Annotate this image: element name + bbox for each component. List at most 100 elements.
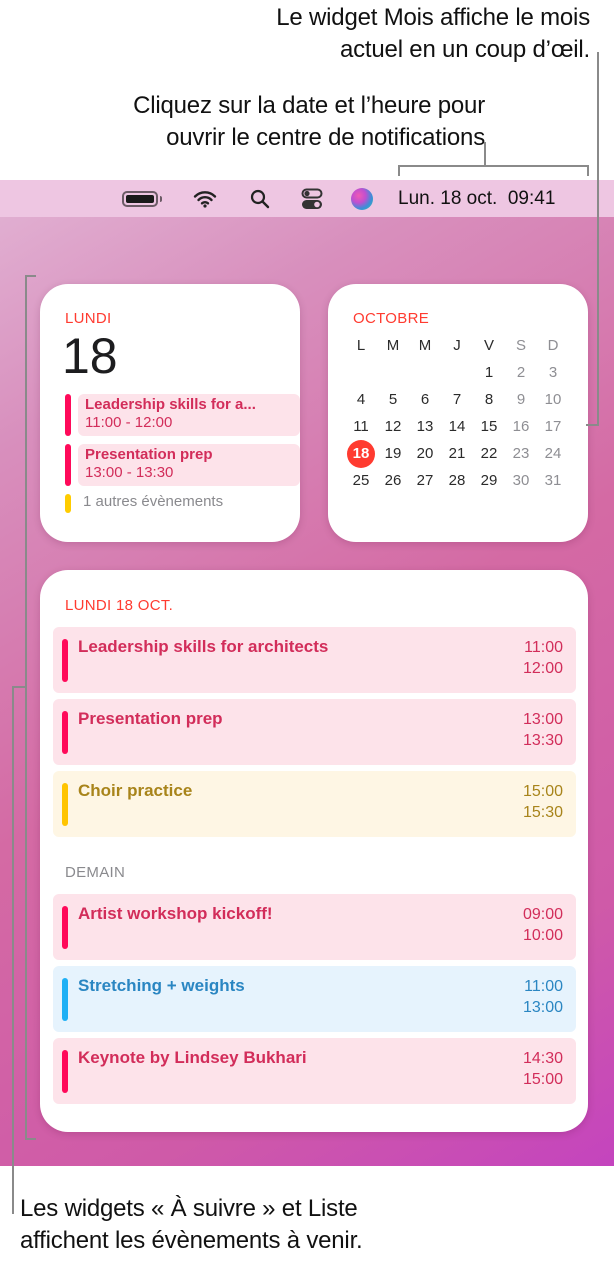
- calendar-day-number: 25: [352, 472, 370, 489]
- weekday-header-row: LMMJVSD: [345, 332, 575, 359]
- calendar-day[interactable]: 7: [441, 386, 473, 413]
- calendar-day-number: 15: [480, 418, 498, 435]
- callout-line-date: [484, 142, 486, 167]
- calendar-day[interactable]: 30: [505, 467, 537, 494]
- calendar-day[interactable]: 9: [505, 386, 537, 413]
- callout-line: Le widget Mois affiche le mois: [276, 4, 590, 31]
- calendar-day-number: 8: [484, 391, 494, 408]
- callout-line-widgets-bracket: [25, 275, 27, 1140]
- calendar-day: [377, 359, 409, 386]
- event-title: Choir practice: [78, 781, 193, 800]
- callout-line-date-bracket: [398, 165, 589, 167]
- calendar-day-number: 31: [544, 472, 562, 489]
- event-start-time: 15:00: [522, 783, 563, 800]
- menu-bar: Lun. 18 oct. 09:41: [0, 180, 614, 217]
- list-event[interactable]: Leadership skills for architects 11:00 12:…: [53, 627, 576, 693]
- list-event[interactable]: Choir practice 15:00 15:30: [53, 771, 576, 837]
- control-center-icon[interactable]: [295, 180, 329, 217]
- calendar-day[interactable]: 13: [409, 413, 441, 440]
- calendar-day[interactable]: 19: [377, 440, 409, 467]
- event-end-time: 13:00: [522, 999, 563, 1016]
- event-title: Leadership skills for a...: [85, 396, 256, 413]
- callout-line: Cliquez sur la date et l’heure pour: [133, 92, 485, 119]
- event-end-time: 12:00: [522, 660, 563, 677]
- callout-line: ouvrir le centre de notifications: [166, 124, 485, 151]
- calendar-week-row: 18 19 20 21 22 23 24: [345, 440, 575, 468]
- weekday-label: M: [386, 337, 400, 354]
- calendar-day-number: 18: [347, 440, 375, 468]
- month-name: OCTOBRE: [353, 310, 430, 327]
- calendar-day[interactable]: 26: [377, 467, 409, 494]
- calendar-day[interactable]: 15: [473, 413, 505, 440]
- list-event[interactable]: Stretching + weights 11:00 13:00: [53, 966, 576, 1032]
- calendar-day[interactable]: 25: [345, 467, 377, 494]
- calendar-color-bar: [62, 906, 68, 949]
- list-event[interactable]: Keynote by Lindsey Bukhari 14:30 15:00: [53, 1038, 576, 1104]
- event-end-time: 15:00: [522, 1071, 563, 1088]
- callout-line: affichent les évènements à venir.: [20, 1227, 363, 1254]
- calendar-day[interactable]: 21: [441, 440, 473, 467]
- calendar-day[interactable]: 16: [505, 413, 537, 440]
- callout-widgets: Les widgets « À suivre » et Liste affich…: [20, 1193, 580, 1257]
- wifi-icon[interactable]: [188, 180, 222, 217]
- calendar-day[interactable]: 2: [505, 359, 537, 386]
- event-title: Presentation prep: [85, 446, 213, 463]
- calendar-day[interactable]: 17: [537, 413, 569, 440]
- calendar-day[interactable]: 11: [345, 413, 377, 440]
- calendar-day[interactable]: 20: [409, 440, 441, 467]
- calendar-day: [409, 359, 441, 386]
- calendar-day-number: 5: [388, 391, 398, 408]
- calendar-day-number: 19: [384, 445, 402, 462]
- callout-line: Les widgets « À suivre » et Liste: [20, 1195, 358, 1222]
- calendar-day[interactable]: 3: [537, 359, 569, 386]
- calendar-day[interactable]: 10: [537, 386, 569, 413]
- event-time: 13:00 - 13:30: [85, 464, 174, 481]
- calendar-color-bar: [62, 711, 68, 754]
- up-next-widget[interactable]: LUNDI 18 Leadership skills for a... 11:0…: [40, 284, 300, 542]
- calendar-day[interactable]: 24: [537, 440, 569, 467]
- calendar-day[interactable]: 8: [473, 386, 505, 413]
- calendar-day[interactable]: 27: [409, 467, 441, 494]
- calendar-day[interactable]: 4: [345, 386, 377, 413]
- calendar-day-number: 3: [548, 364, 558, 381]
- event-title: Leadership skills for architects: [78, 637, 329, 656]
- list-event[interactable]: Artist workshop kickoff! 09:00 10:00: [53, 894, 576, 960]
- event-end-time: 10:00: [522, 927, 563, 944]
- callout-line-widgets: [12, 686, 14, 1214]
- month-widget[interactable]: OCTOBRE L M M J V S D 1 2 3 4 5 6 7 8 9 10 11 12 13 14 15 16 17…: [328, 284, 588, 542]
- calendar-day[interactable]: 23: [505, 440, 537, 467]
- calendar-day-number: 27: [416, 472, 434, 489]
- list-widget[interactable]: LUNDI 18 OCT. Leadership skills for arch…: [40, 570, 588, 1132]
- calendar-day[interactable]: 1: [473, 359, 505, 386]
- calendar-day-number: 6: [420, 391, 430, 408]
- calendar-day[interactable]: 14: [441, 413, 473, 440]
- day-name: LUNDI: [65, 310, 112, 327]
- menu-bar-clock[interactable]: Lun. 18 oct. 09:41: [398, 180, 555, 217]
- calendar-day-number: 28: [448, 472, 466, 489]
- event-end-time: 15:30: [522, 804, 563, 821]
- calendar-day[interactable]: 31: [537, 467, 569, 494]
- calendar-day[interactable]: 5: [377, 386, 409, 413]
- calendar-color-bar: [65, 494, 71, 513]
- battery-icon[interactable]: [120, 180, 164, 217]
- calendar-day[interactable]: 28: [441, 467, 473, 494]
- calendar-week-row: 25 26 27 28 29 30 31: [345, 467, 575, 494]
- calendar-day-number: 7: [452, 391, 462, 408]
- spotlight-search-icon[interactable]: [243, 180, 277, 217]
- calendar-day[interactable]: 22: [473, 440, 505, 467]
- siri-icon[interactable]: [345, 180, 379, 217]
- list-event[interactable]: Presentation prep 13:00 13:30: [53, 699, 576, 765]
- calendar-day-number: 24: [544, 445, 562, 462]
- calendar-day-number: 9: [516, 391, 526, 408]
- calendar-day-number: 16: [512, 418, 530, 435]
- calendar-day[interactable]: 12: [377, 413, 409, 440]
- calendar-day[interactable]: 29: [473, 467, 505, 494]
- callout-line-month-tick: [586, 424, 599, 426]
- calendar-day[interactable]: 6: [409, 386, 441, 413]
- weekday-label: J: [453, 337, 461, 354]
- calendar-color-bar: [62, 1050, 68, 1093]
- calendar-week-row: 11 12 13 14 15 16 17: [345, 413, 575, 440]
- calendar-day-today[interactable]: 18: [345, 440, 377, 468]
- calendar-day-number: 12: [384, 418, 402, 435]
- callout-line: actuel en un coup d’œil.: [339, 36, 590, 63]
